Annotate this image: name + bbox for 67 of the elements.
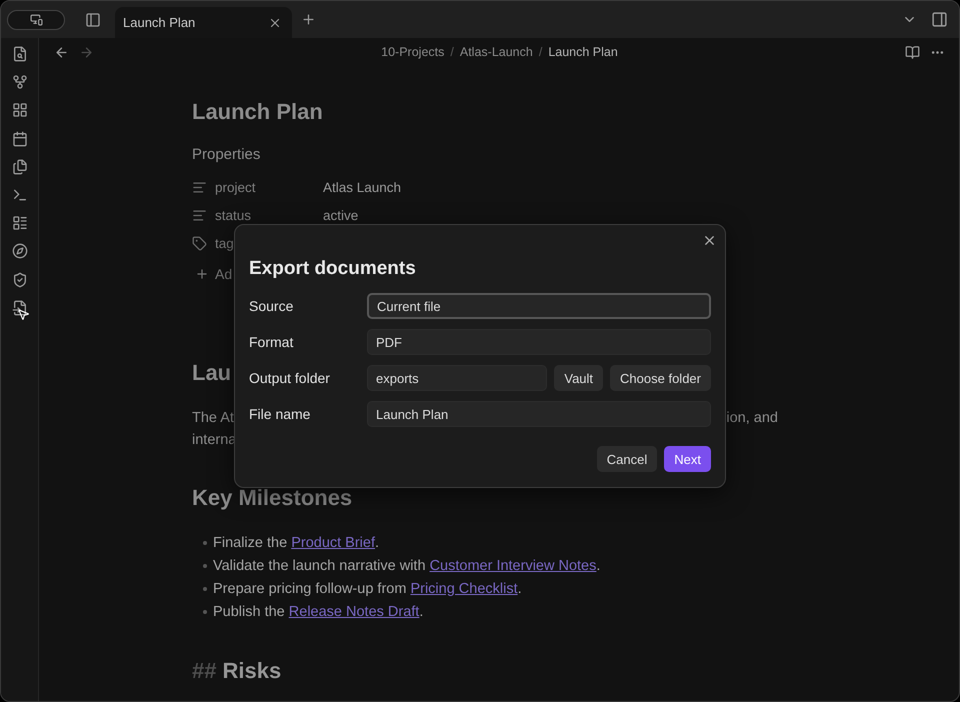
property-key: project	[215, 180, 323, 194]
calendar-icon[interactable]	[12, 130, 28, 147]
list-item-text: Validate the launch narrative with Customer Interview Notes.	[213, 558, 600, 574]
properties-heading: Properties	[192, 145, 260, 165]
workspace-switcher[interactable]	[7, 10, 65, 30]
bullet-icon	[203, 586, 207, 590]
bullet-icon	[203, 610, 207, 614]
paragraph-text: ion, and	[726, 409, 778, 428]
file-import-icon[interactable]	[12, 300, 28, 316]
book-icon[interactable]	[905, 44, 920, 60]
folder-button[interactable]: Choose folder	[610, 365, 711, 391]
input-field[interactable]: Launch Plan	[367, 401, 711, 427]
field-label: Source	[249, 298, 294, 314]
compass-icon[interactable]	[12, 243, 28, 260]
bullet-icon	[203, 564, 207, 568]
list-item-text: Finalize the Product Brief.	[213, 534, 380, 550]
monitor-icon	[30, 13, 42, 26]
heading-marker: ##	[192, 657, 216, 685]
close-icon[interactable]	[702, 233, 717, 248]
shield-check-icon[interactable]	[12, 272, 28, 288]
property-value: Atlas Launch	[323, 180, 402, 194]
field-label: Format	[249, 334, 294, 350]
select-field[interactable]: PDF	[367, 329, 711, 355]
breadcrumb-separator: /	[538, 45, 542, 59]
property-value: active	[323, 208, 358, 222]
mouse-pointer-icon	[17, 308, 30, 321]
folder-button[interactable]: Vault	[554, 365, 604, 391]
note-title: Launch Plan	[192, 98, 323, 126]
property-key: tag	[215, 236, 234, 250]
sidebar-toggle-icon[interactable]	[85, 12, 101, 28]
list-item-text: Publish the Release Notes Draft.	[213, 604, 424, 620]
add-property-link[interactable]: Ad	[215, 266, 232, 282]
files-icon[interactable]	[12, 158, 28, 175]
note-link[interactable]: Pricing Checklist	[410, 580, 518, 596]
text-lines-icon	[192, 180, 207, 194]
property-key: status	[215, 208, 323, 222]
panel-toggle-icon[interactable]	[931, 11, 948, 28]
breadcrumb[interactable]: 10-Projects	[381, 45, 444, 59]
plus-icon[interactable]	[301, 12, 316, 27]
field-label: File name	[249, 406, 312, 422]
text-lines-icon	[192, 208, 207, 222]
section-heading: Key Milestones	[192, 484, 352, 512]
plus-icon[interactable]	[195, 267, 209, 281]
note-link[interactable]: Release Notes Draft	[288, 604, 420, 620]
cancel-button[interactable]: Cancel	[596, 446, 658, 472]
grid-icon[interactable]	[12, 102, 28, 118]
breadcrumb[interactable]: Launch Plan	[548, 45, 618, 59]
terminal-icon[interactable]	[12, 186, 28, 203]
breadcrumb-separator: /	[450, 45, 454, 59]
section-heading: Lau	[192, 359, 232, 387]
select-field[interactable]: Current file	[367, 293, 711, 319]
input-field[interactable]: exports	[367, 365, 548, 391]
tab[interactable]: Launch Plan	[115, 7, 292, 38]
list-item-text: Prepare pricing follow-up from Pricing Checklist.	[213, 580, 522, 596]
list-icon[interactable]	[12, 215, 28, 232]
section-heading: Risks	[222, 657, 282, 685]
dialog-title: Export documents	[249, 257, 417, 281]
graph-icon[interactable]	[12, 74, 28, 90]
tag-icon	[192, 236, 207, 250]
file-search-icon[interactable]	[12, 46, 28, 62]
note-link[interactable]: Customer Interview Notes	[430, 558, 596, 574]
note-link[interactable]: Product Brief	[291, 534, 376, 550]
field-label: Output folder	[249, 370, 331, 386]
breadcrumb[interactable]: Atlas-Launch	[460, 45, 533, 59]
paragraph-text: The At	[192, 409, 234, 428]
next-button[interactable]: Next	[664, 446, 711, 472]
bullet-icon	[203, 540, 207, 544]
